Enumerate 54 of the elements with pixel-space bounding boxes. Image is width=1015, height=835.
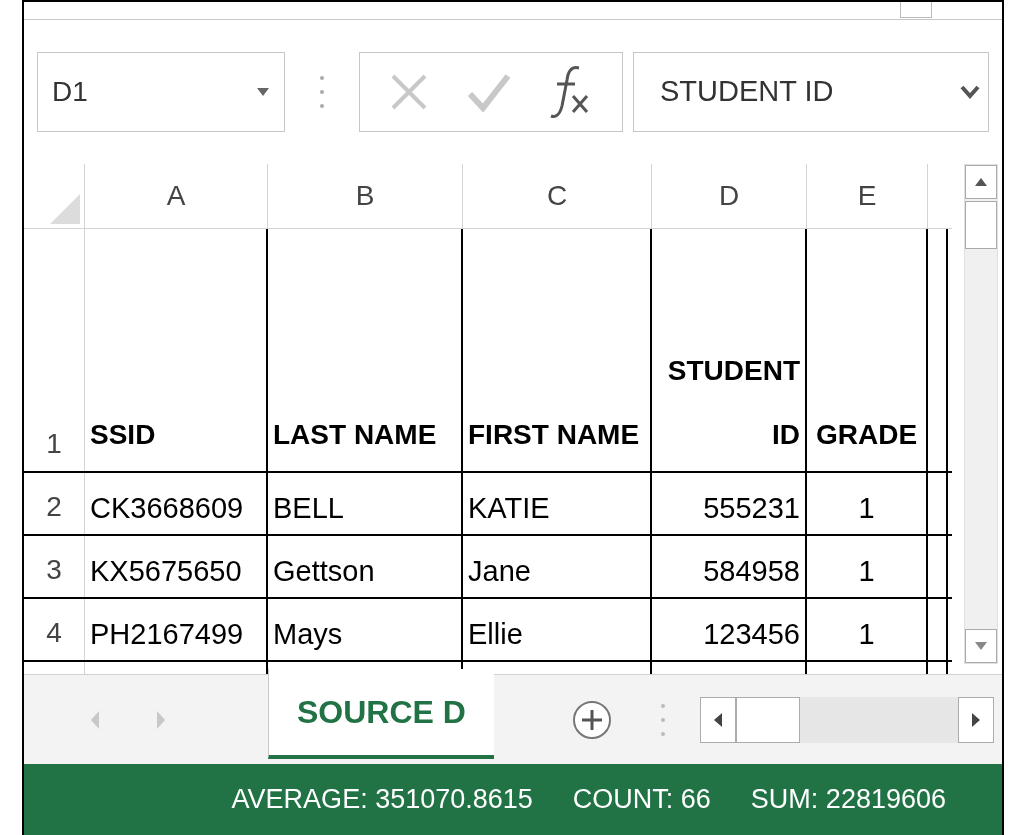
table-cell-text: 1 [857, 553, 876, 589]
grip-icon [659, 701, 666, 738]
table-cell-text: PH2167499 [90, 616, 245, 652]
row-header[interactable]: 3 [24, 536, 85, 598]
column-title: FIRST NAME [468, 418, 641, 453]
table-cell-text: 1 [857, 616, 876, 652]
scroll-thumb [735, 696, 800, 743]
formula-field[interactable]: STUDENT ID [633, 52, 989, 132]
status-text: AVERAGE: 351070.8615 [231, 783, 533, 817]
scroll-up-icon [974, 177, 988, 187]
table-cell-text: 1 [857, 490, 876, 526]
window-control[interactable] [900, 2, 932, 18]
column-header[interactable]: D [652, 164, 807, 228]
next-sheet-icon[interactable] [156, 709, 166, 730]
row-header[interactable]: 4 [24, 599, 85, 660]
table-cell-text: CK3668609 [90, 490, 245, 526]
table-cell-text: 584958 [702, 553, 800, 589]
table-cell-text: Mays [273, 616, 344, 652]
add-sheet-icon[interactable] [571, 699, 612, 740]
expand-icon [960, 85, 980, 99]
column-header[interactable]: C [463, 164, 652, 228]
column-title: SSID [90, 418, 157, 453]
column-header[interactable]: B [268, 164, 463, 228]
table-cell-text: KATIE [468, 490, 551, 526]
column-header[interactable]: E [807, 164, 928, 228]
table-cell-text: BELL [273, 490, 345, 526]
dropdown-icon [256, 87, 270, 97]
column-title: GRADE [814, 418, 919, 453]
row-header[interactable]: 2 [24, 473, 85, 535]
cancel-icon[interactable] [389, 72, 429, 112]
status-text: COUNT: 66 [572, 783, 711, 817]
column-header[interactable]: A [85, 164, 268, 228]
table-cell-text: KX5675650 [90, 553, 243, 589]
table-cell-text: 555231 [702, 490, 800, 526]
column-title: STUDENT ID [666, 354, 800, 453]
table-cell-text: Jane [468, 553, 532, 589]
scroll-down-icon [974, 641, 988, 651]
scroll-thumb [965, 201, 997, 249]
select-all-icon[interactable] [50, 193, 80, 224]
horizontal-scrollbar[interactable] [699, 696, 994, 743]
table-cell-text: Gettson [273, 553, 376, 589]
status-text: SUM: 22819606 [750, 783, 946, 817]
column-title: LAST NAME [273, 418, 438, 453]
sheet-tab[interactable]: SOURCE D [268, 668, 494, 759]
vertical-scrollbar[interactable] [964, 164, 998, 664]
grip-icon [319, 74, 325, 110]
check-icon[interactable] [467, 72, 511, 112]
table-cell-text: 123456 [702, 616, 800, 652]
row-header[interactable]: 1 [24, 228, 85, 472]
scroll-right-icon [970, 711, 981, 728]
name-box[interactable]: D1 [37, 52, 285, 132]
scroll-left-icon [712, 711, 723, 728]
table-cell-text: Ellie [468, 616, 524, 652]
previous-sheet-icon[interactable] [90, 709, 100, 730]
